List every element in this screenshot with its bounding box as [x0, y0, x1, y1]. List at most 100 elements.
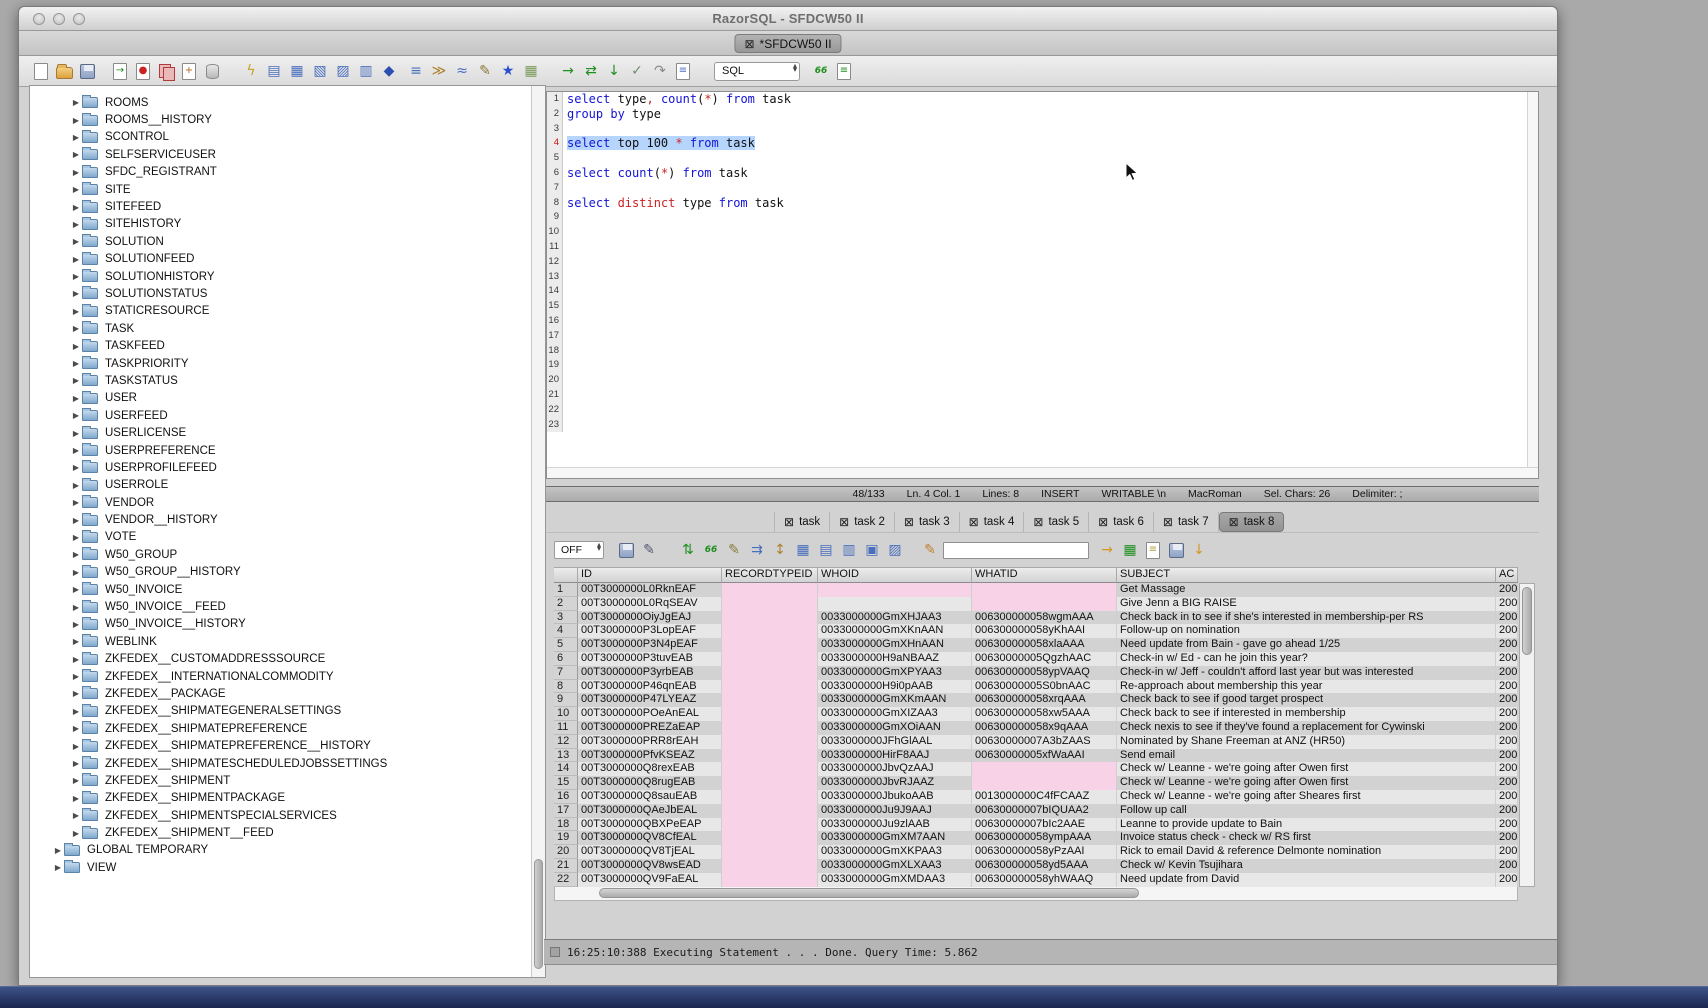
- table-cell[interactable]: 00630000005S0bnAAC: [972, 680, 1117, 694]
- expand-triangle-icon[interactable]: ▶: [70, 811, 82, 820]
- expand-triangle-icon[interactable]: ▶: [70, 707, 82, 716]
- sort-rows-icon[interactable]: ↕: [770, 540, 790, 560]
- column-header-id[interactable]: ID: [578, 567, 722, 583]
- table-cell[interactable]: 2008: [1496, 707, 1518, 721]
- highlight-icon[interactable]: ✎: [920, 540, 940, 560]
- copy-results-icon[interactable]: ▣: [862, 540, 882, 560]
- tree-item-userprofilefeed[interactable]: ▶USERPROFILEFEED: [30, 459, 545, 476]
- table-cell[interactable]: 00T3000000P3N4pEAF: [578, 638, 722, 652]
- table-cell[interactable]: [722, 680, 818, 694]
- table-row[interactable]: 500T3000000P3N4pEAF0033000000GmXHnAAN006…: [554, 638, 1535, 652]
- editor-line[interactable]: 7: [547, 181, 1538, 196]
- tree-vertical-scrollbar[interactable]: [531, 86, 545, 977]
- tree-item-zkfedex-internationalcommodity[interactable]: ▶ZKFEDEX__INTERNATIONALCOMMODITY: [30, 668, 545, 685]
- table-cell[interactable]: 0033000000Ju9zlAAB: [818, 818, 972, 832]
- column-header-whoid[interactable]: WHOID: [818, 567, 972, 583]
- table-cell[interactable]: 006300000058yPzAAI: [972, 845, 1117, 859]
- table-cell[interactable]: 00630000005QgzhAAC: [972, 652, 1117, 666]
- execute-sql-icon[interactable]: →: [558, 61, 578, 81]
- grid-vertical-scrollbar[interactable]: [1519, 583, 1535, 887]
- table-cell[interactable]: 2008: [1496, 790, 1518, 804]
- editor-line[interactable]: 17: [547, 329, 1538, 344]
- tree-item-scontrol[interactable]: ▶SCONTROL: [30, 129, 545, 146]
- table-cell[interactable]: [722, 721, 818, 735]
- table-cell[interactable]: [722, 735, 818, 749]
- document-tab[interactable]: ⊠ *SFDCW50 II: [734, 34, 841, 53]
- expand-triangle-icon[interactable]: ▶: [70, 689, 82, 698]
- export-data-icon[interactable]: ▧: [310, 61, 330, 81]
- view-row-icon[interactable]: 66: [701, 540, 721, 560]
- table-cell[interactable]: [722, 707, 818, 721]
- table-row[interactable]: 400T3000000P3LopEAF0033000000GmXKnAAN006…: [554, 624, 1535, 638]
- table-cell[interactable]: 0033000000GmXM7AAN: [818, 831, 972, 845]
- table-cell[interactable]: 00630000007A3bZAAS: [972, 735, 1117, 749]
- table-cell[interactable]: [722, 790, 818, 804]
- expand-triangle-icon[interactable]: ▶: [70, 376, 82, 385]
- select-stepper-icon[interactable]: ▴▾: [793, 64, 797, 73]
- expand-triangle-icon[interactable]: ▶: [70, 655, 82, 664]
- bookmark-icon[interactable]: ◆: [379, 61, 399, 81]
- shift-right-icon[interactable]: ≫: [429, 61, 449, 81]
- editor-line[interactable]: 16: [547, 314, 1538, 329]
- tree-item-vote[interactable]: ▶VOTE: [30, 529, 545, 546]
- export-grid-icon[interactable]: ▨: [885, 540, 905, 560]
- editor-line[interactable]: 13: [547, 270, 1538, 285]
- table-cell[interactable]: Send email: [1117, 749, 1496, 763]
- sql-mode-select[interactable]: SQL▴▾: [714, 62, 800, 81]
- table-cell[interactable]: Get Massage: [1117, 583, 1496, 597]
- table-cell[interactable]: 2008: [1496, 721, 1518, 735]
- table-cell[interactable]: 0033000000H9i0pAAB: [818, 680, 972, 694]
- tree-item-sitefeed[interactable]: ▶SITEFEED: [30, 198, 545, 215]
- edit-row-icon[interactable]: ✎: [724, 540, 744, 560]
- table-row[interactable]: 1700T3000000QAeJbEAL0033000000Ju9J9AAJ00…: [554, 804, 1535, 818]
- editor-line[interactable]: 20: [547, 373, 1538, 388]
- result-tab-task[interactable]: ⊠task: [774, 512, 830, 532]
- table-row[interactable]: 600T3000000P3tuvEAB0033000000H9aNBAAZ006…: [554, 652, 1535, 666]
- table-cell[interactable]: 00T3000000QBXPeEAP: [578, 818, 722, 832]
- table-cell[interactable]: 006300000058x9qAAA: [972, 721, 1117, 735]
- tree-item-w50-invoice-feed[interactable]: ▶W50_INVOICE__FEED: [30, 598, 545, 615]
- table-cell[interactable]: 2008: [1496, 652, 1518, 666]
- tab-close-icon[interactable]: ⊠: [1229, 516, 1239, 528]
- expand-triangle-icon[interactable]: ▶: [70, 324, 82, 333]
- favorites-icon[interactable]: ★: [498, 61, 518, 81]
- expand-triangle-icon[interactable]: ▶: [70, 150, 82, 159]
- tree-item-zkfedex-shipmatepreference[interactable]: ▶ZKFEDEX__SHIPMATEPREFERENCE: [30, 720, 545, 737]
- tree-item-solutionhistory[interactable]: ▶SOLUTIONHISTORY: [30, 268, 545, 285]
- table-cell[interactable]: Need update from David: [1117, 873, 1496, 887]
- filter-sort-icon[interactable]: ✎: [639, 540, 659, 560]
- table-cell[interactable]: Nominated by Shane Freeman at ANZ (HR50): [1117, 735, 1496, 749]
- editor-line[interactable]: 6select count(*) from task: [547, 166, 1538, 181]
- expand-triangle-icon[interactable]: ▶: [70, 794, 82, 803]
- expand-triangle-icon[interactable]: ▶: [70, 255, 82, 264]
- table-cell[interactable]: 00T3000000QV9FaEAL: [578, 873, 722, 887]
- tab-close-icon[interactable]: ⊠: [744, 38, 754, 50]
- expand-triangle-icon[interactable]: ▶: [70, 759, 82, 768]
- expand-triangle-icon[interactable]: ▶: [70, 429, 82, 438]
- table-cell[interactable]: 2008: [1496, 680, 1518, 694]
- table-cell[interactable]: 2008: [1496, 762, 1518, 776]
- max-rows-select[interactable]: OFF▴▾: [554, 541, 604, 559]
- table-cell[interactable]: [972, 776, 1117, 790]
- grid-vscroll-thumb[interactable]: [1522, 587, 1532, 655]
- result-tab-task-7[interactable]: ⊠task 7: [1154, 512, 1219, 532]
- copy-icon[interactable]: [156, 61, 176, 81]
- table-cell[interactable]: [722, 666, 818, 680]
- result-tab-task-3[interactable]: ⊠task 3: [895, 512, 960, 532]
- table-cell[interactable]: 00T3000000QV8CfEAL: [578, 831, 722, 845]
- result-tab-task-8[interactable]: ⊠task 8: [1219, 512, 1285, 532]
- expand-triangle-icon[interactable]: ▶: [70, 203, 82, 212]
- table-cell[interactable]: Need update from Bain - gave go ahead 1/…: [1117, 638, 1496, 652]
- tree-item-vendor-history[interactable]: ▶VENDOR__HISTORY: [30, 511, 545, 528]
- table-cell[interactable]: [722, 611, 818, 625]
- editor-line[interactable]: 19: [547, 358, 1538, 373]
- expand-triangle-icon[interactable]: ▶: [70, 342, 82, 351]
- table-row[interactable]: 300T3000000OiyJgEAJ0033000000GmXHJAA3006…: [554, 611, 1535, 625]
- tree-item-zkfedex-shipmatepreference-history[interactable]: ▶ZKFEDEX__SHIPMATEPREFERENCE__HISTORY: [30, 737, 545, 754]
- fetch-next-icon[interactable]: ↓: [604, 61, 624, 81]
- tree-item-sitehistory[interactable]: ▶SITEHISTORY: [30, 216, 545, 233]
- reload-table-icon[interactable]: ▦: [793, 540, 813, 560]
- editor-line[interactable]: 3: [547, 122, 1538, 137]
- tree-item-w50-group[interactable]: ▶W50_GROUP: [30, 546, 545, 563]
- table-cell[interactable]: 00T3000000QV8TjEAL: [578, 845, 722, 859]
